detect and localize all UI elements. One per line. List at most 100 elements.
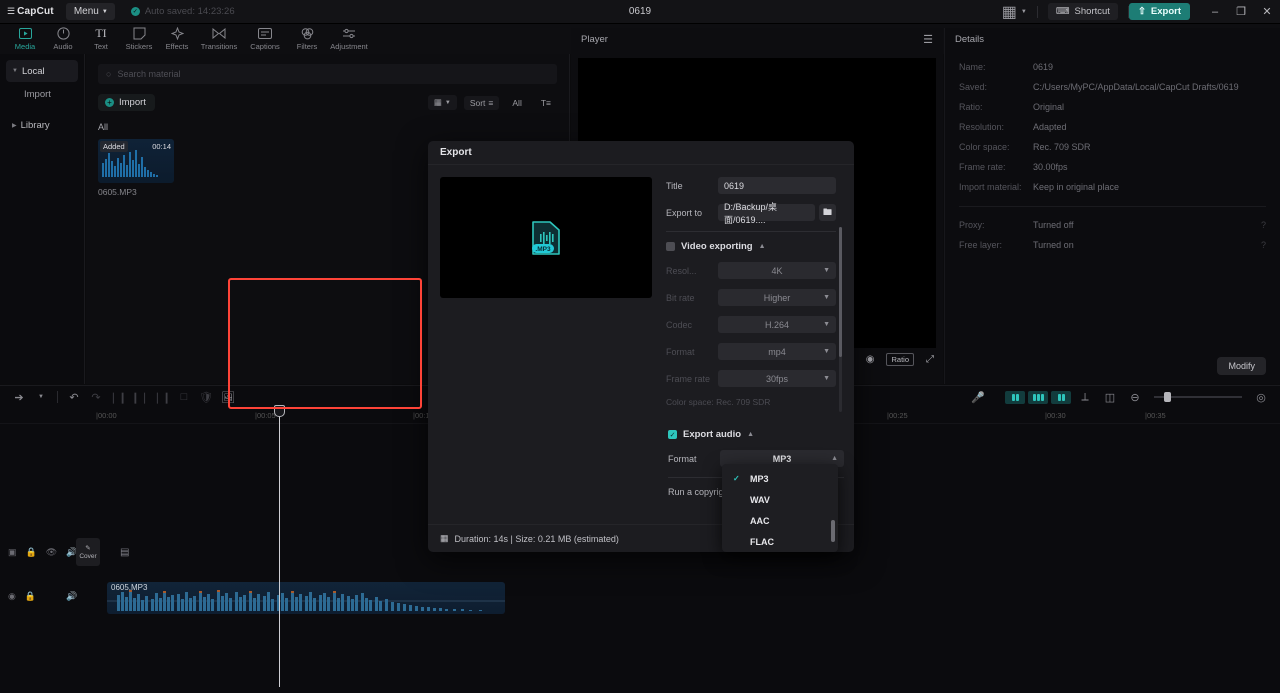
details-title: Details xyxy=(955,33,985,45)
export-button[interactable]: ⇧ Export xyxy=(1128,3,1190,20)
trim-right-icon[interactable]: ❘❙ xyxy=(151,387,173,407)
chevron-down-icon: ▼ xyxy=(101,8,108,15)
media-thumbnail[interactable]: Added 00:14 xyxy=(98,139,174,183)
fullscreen-icon[interactable]: ⤢ xyxy=(926,354,934,365)
left-rail: ▼ Local Import ▶ Library xyxy=(0,54,85,384)
title-input[interactable]: 0619 xyxy=(718,177,836,194)
framerate-label: Frame rate xyxy=(666,373,711,384)
detail-key: Name: xyxy=(959,62,986,72)
sidebar-item-local[interactable]: ▼ Local xyxy=(6,60,78,82)
delete-icon[interactable]: □ xyxy=(173,387,195,407)
help-icon[interactable]: ? xyxy=(1261,220,1266,230)
text-size-button[interactable]: T≡ xyxy=(535,96,557,110)
shortcut-button[interactable]: ⌨ Shortcut xyxy=(1047,3,1118,20)
export-to-label: Export to xyxy=(666,207,703,218)
detail-value: Turned on xyxy=(1033,240,1074,250)
framerate-select[interactable]: 30fps ▼ xyxy=(718,370,836,387)
menu-button[interactable]: Menu ▼ xyxy=(65,3,115,20)
filter-all-button[interactable]: All xyxy=(506,96,527,110)
split-icon[interactable]: ❘❙ xyxy=(107,387,129,407)
shield-icon[interactable]: 🛡 xyxy=(195,387,217,407)
fit-timeline-icon[interactable]: ◎ xyxy=(1250,387,1272,407)
media-icon xyxy=(18,27,32,40)
dropdown-scrollbar[interactable] xyxy=(831,520,835,542)
bitrate-select[interactable]: Higher ▼ xyxy=(718,289,836,306)
select-tool-icon[interactable]: ➔ xyxy=(8,387,30,407)
snapshot-icon[interactable]: 🖼 xyxy=(217,387,239,407)
layout-switcher[interactable]: ▦ ▼ xyxy=(992,2,1037,22)
tab-effects[interactable]: Effects xyxy=(158,27,196,54)
add-track-icon[interactable]: ▤ xyxy=(120,547,129,558)
maximize-button[interactable]: ❐ xyxy=(1228,0,1254,24)
media-item[interactable]: Added 00:14 0605.MP3 xyxy=(98,139,174,197)
keyframe-prev-icon[interactable] xyxy=(1005,390,1025,404)
microphone-icon[interactable]: 🎤 xyxy=(967,387,989,407)
tab-stickers[interactable]: Stickers xyxy=(120,27,158,54)
export-audio-checkbox[interactable]: ✓ xyxy=(668,430,677,439)
tab-transitions[interactable]: Transitions xyxy=(196,27,242,54)
redo-icon[interactable]: ↷ xyxy=(85,387,107,407)
dropdown-option-wav[interactable]: WAV xyxy=(722,489,838,510)
dialog-scrollbar-thumb[interactable] xyxy=(839,227,842,357)
cover-button[interactable]: ✎ Cover xyxy=(76,538,100,566)
chevron-down-icon[interactable]: ▼ xyxy=(30,387,52,407)
tab-filters[interactable]: Filters xyxy=(288,27,326,54)
split-clip-icon[interactable]: ⟂ xyxy=(1074,387,1096,407)
lock-icon[interactable]: 🔒 xyxy=(25,591,36,602)
video-exporting-checkbox[interactable] xyxy=(666,242,675,251)
eye-icon[interactable]: 👁 xyxy=(46,547,57,558)
sidebar-item-import[interactable]: Import xyxy=(6,84,78,104)
option-label: MP3 xyxy=(750,473,769,484)
import-button[interactable]: + Import xyxy=(98,94,155,111)
filter-label: All xyxy=(512,97,522,108)
tab-label: Captions xyxy=(250,42,280,51)
zoom-preview-icon[interactable]: ◉ xyxy=(866,354,875,365)
tab-captions[interactable]: Captions xyxy=(242,27,288,54)
browse-folder-icon[interactable]: 🖿 xyxy=(819,204,836,221)
detail-row: Resolution: Adapted xyxy=(959,122,1280,132)
video-exporting-header[interactable]: Video exporting ▲ xyxy=(666,241,836,252)
playhead[interactable] xyxy=(279,405,280,687)
export-to-input[interactable]: D:/Backup/桌面/0619.... xyxy=(718,202,815,225)
undo-icon[interactable]: ↶ xyxy=(63,387,85,407)
close-button[interactable]: ✕ xyxy=(1254,0,1280,24)
playhead-grip[interactable] xyxy=(274,405,285,417)
keyframe-icon[interactable] xyxy=(1028,390,1048,404)
tab-text[interactable]: TI Text xyxy=(82,26,120,54)
chevron-up-icon[interactable]: ▲ xyxy=(759,243,766,250)
dropdown-option-flac[interactable]: FLAC xyxy=(722,531,838,552)
audio-track-icon[interactable]: ◉ xyxy=(8,591,16,602)
tab-adjustment[interactable]: Adjustment xyxy=(326,27,372,54)
audio-clip[interactable]: 0605.MP3 xyxy=(107,582,505,614)
dropdown-option-aac[interactable]: AAC xyxy=(722,510,838,531)
sort-button[interactable]: Sort ≡ xyxy=(463,95,500,110)
keyframe-next-icon[interactable] xyxy=(1051,390,1071,404)
minimize-button[interactable]: – xyxy=(1202,0,1228,24)
player-menu-icon[interactable]: ☰ xyxy=(923,33,933,46)
view-mode-button[interactable]: ▦ ▼ xyxy=(427,95,457,110)
resolution-select[interactable]: 4K ▼ xyxy=(718,262,836,279)
search-input[interactable]: ○ Search material xyxy=(98,64,557,84)
mask-icon[interactable]: ◫ xyxy=(1099,387,1121,407)
resolution-label: Resol... xyxy=(666,265,697,276)
video-format-select[interactable]: mp4 ▼ xyxy=(718,343,836,360)
help-icon[interactable]: ? xyxy=(1261,240,1266,250)
lock-icon[interactable]: 🔒 xyxy=(26,547,37,558)
codec-select[interactable]: H.264 ▼ xyxy=(718,316,836,333)
tab-audio[interactable]: Audio xyxy=(44,27,82,54)
mute-icon[interactable]: 🔊 xyxy=(66,591,77,602)
dialog-scrollbar[interactable] xyxy=(839,227,842,412)
export-audio-header[interactable]: ✓ Export audio ▲ xyxy=(668,429,844,440)
ratio-button[interactable]: Ratio xyxy=(886,353,914,366)
tab-media[interactable]: Media xyxy=(6,27,44,54)
sidebar-item-library[interactable]: ▶ Library xyxy=(6,114,78,136)
zoom-slider[interactable] xyxy=(1154,392,1242,402)
menu-label: Menu xyxy=(73,6,99,17)
dropdown-option-mp3[interactable]: ✓ MP3 xyxy=(722,468,838,489)
track-thumbnail-icon[interactable]: ▣ xyxy=(8,547,17,558)
zoom-slider-knob[interactable] xyxy=(1164,392,1171,402)
chevron-up-icon[interactable]: ▲ xyxy=(747,431,754,438)
trim-left-icon[interactable]: ❙❘ xyxy=(129,387,151,407)
modify-button[interactable]: Modify xyxy=(1217,357,1266,375)
zoom-out-icon[interactable]: ⊖ xyxy=(1124,387,1146,407)
